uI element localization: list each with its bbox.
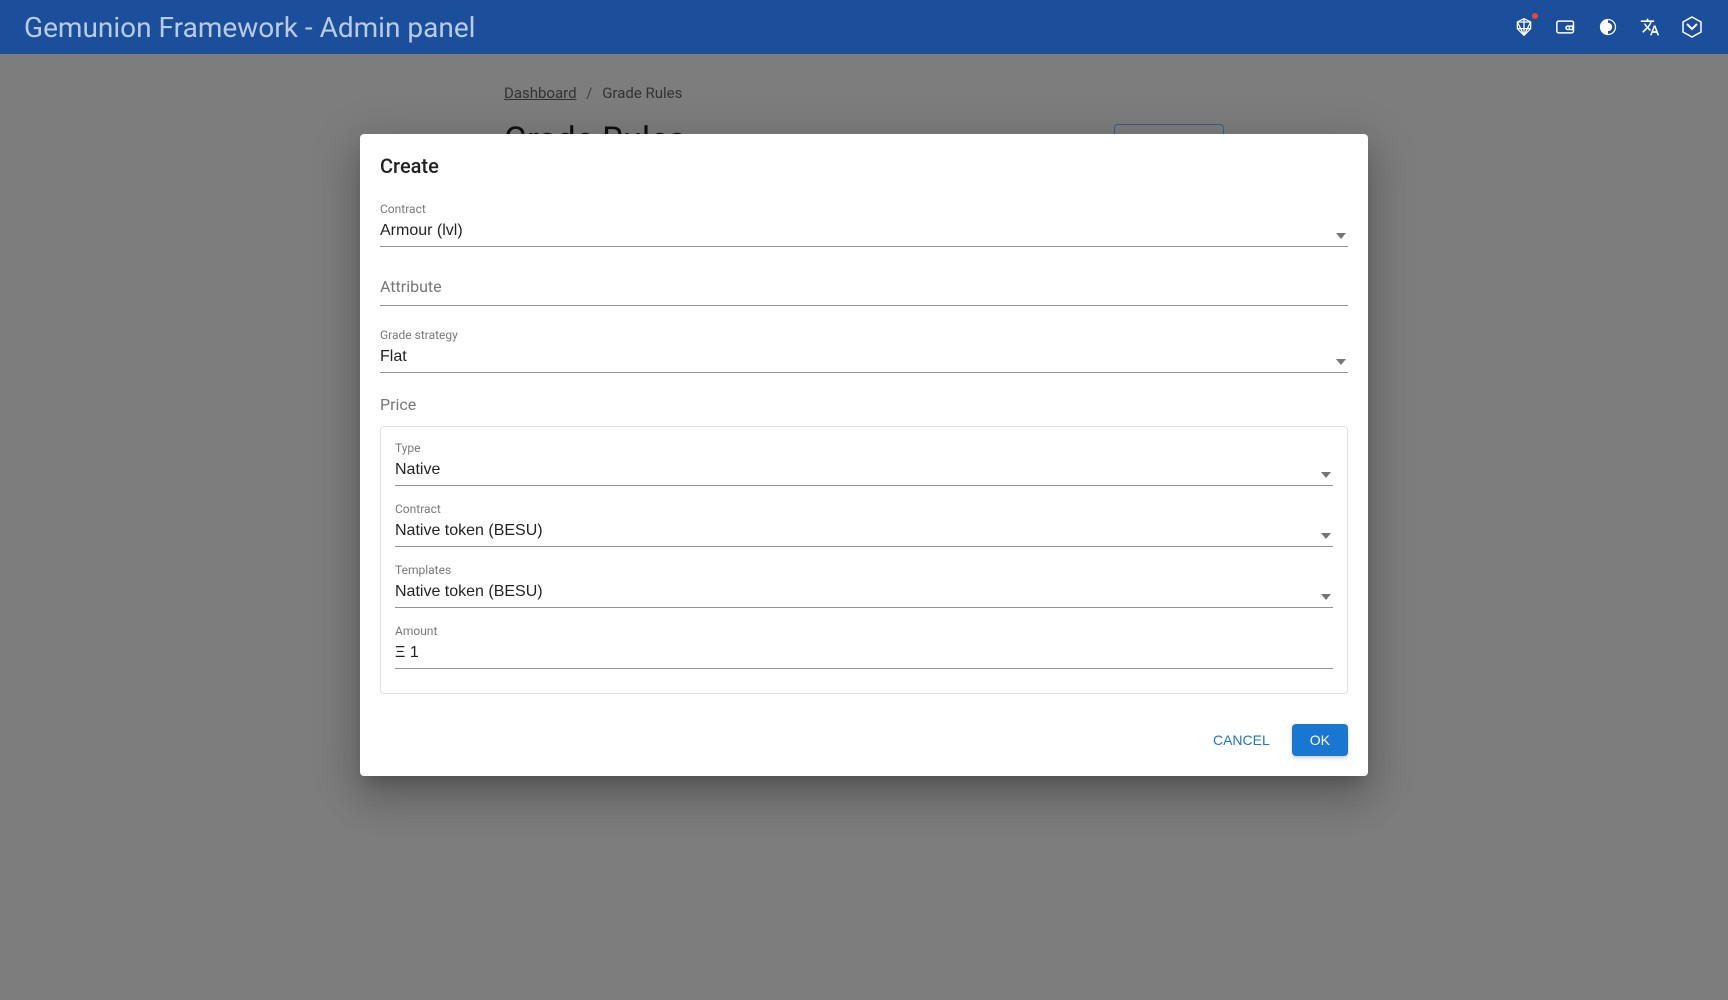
appbar-icons bbox=[1512, 15, 1704, 39]
attribute-field[interactable]: Attribute bbox=[380, 277, 1348, 306]
grade-strategy-field[interactable]: Grade strategy bbox=[380, 328, 1348, 373]
contract-select[interactable] bbox=[380, 218, 1348, 247]
price-contract-label: Contract bbox=[395, 502, 1333, 516]
price-contract-field[interactable]: Contract bbox=[395, 502, 1333, 547]
contract-label: Contract bbox=[380, 202, 1348, 216]
create-dialog: Create Contract Attribute Grade strategy… bbox=[360, 134, 1368, 776]
wallet-icon[interactable] bbox=[1554, 15, 1578, 39]
dialog-title: Create bbox=[380, 154, 1348, 178]
price-amount-label: Amount bbox=[395, 624, 1333, 638]
notification-dot bbox=[1532, 13, 1538, 19]
theme-toggle-icon[interactable] bbox=[1596, 15, 1620, 39]
attribute-input[interactable] bbox=[380, 277, 1348, 306]
contract-field[interactable]: Contract bbox=[380, 202, 1348, 247]
price-section-label: Price bbox=[380, 395, 1348, 414]
ok-button[interactable]: OK bbox=[1292, 724, 1348, 756]
price-contract-select[interactable] bbox=[395, 518, 1333, 547]
grade-strategy-select[interactable] bbox=[380, 344, 1348, 373]
price-templates-field[interactable]: Templates bbox=[395, 563, 1333, 608]
avatar-icon[interactable] bbox=[1680, 15, 1704, 39]
language-icon[interactable] bbox=[1638, 15, 1662, 39]
price-amount-input[interactable] bbox=[395, 640, 1333, 669]
cancel-button[interactable]: CANCEL bbox=[1201, 724, 1282, 756]
price-templates-label: Templates bbox=[395, 563, 1333, 577]
appbar: Gemunion Framework - Admin panel bbox=[0, 0, 1728, 54]
appbar-title: Gemunion Framework - Admin panel bbox=[24, 11, 475, 44]
price-amount-field[interactable]: Amount bbox=[395, 624, 1333, 669]
grade-strategy-label: Grade strategy bbox=[380, 328, 1348, 342]
price-type-label: Type bbox=[395, 441, 1333, 455]
price-type-select[interactable] bbox=[395, 457, 1333, 486]
price-box: Type Contract Templates Amount bbox=[380, 426, 1348, 694]
price-templates-select[interactable] bbox=[395, 579, 1333, 608]
price-type-field[interactable]: Type bbox=[395, 441, 1333, 486]
network-icon[interactable] bbox=[1512, 15, 1536, 39]
dialog-actions: CANCEL OK bbox=[380, 724, 1348, 756]
